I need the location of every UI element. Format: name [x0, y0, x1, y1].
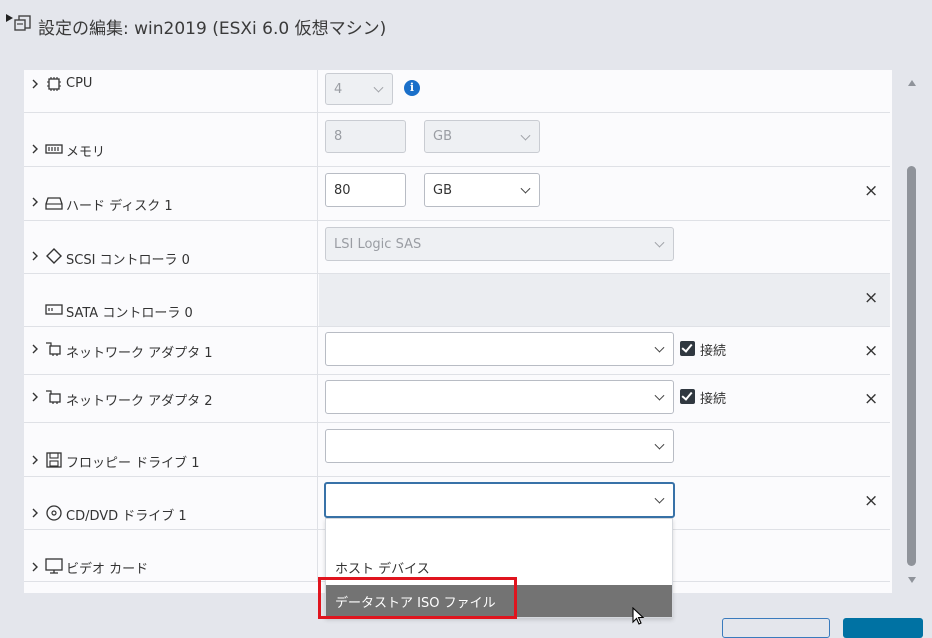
row-hard-disk-label[interactable]: ハード ディスク 1 — [24, 167, 318, 220]
chevron-down-icon — [654, 439, 665, 450]
video-card-label: ビデオ カード — [66, 562, 149, 577]
row-memory: メモリ 8 GB — [24, 113, 890, 167]
row-hard-disk: ハード ディスク 1 80 GB × — [24, 167, 890, 221]
cd-dvd-label: CD/DVD ドライブ 1 — [66, 509, 187, 524]
row-scsi-label[interactable]: SCSI コントローラ 0 — [24, 221, 318, 273]
hard-disk-unit-select[interactable]: GB — [424, 173, 540, 207]
row-network-adapter-1: ネットワーク アダプタ 1 接続 × — [24, 327, 890, 375]
chevron-down-icon — [654, 342, 665, 353]
network-adapter-icon — [46, 342, 61, 356]
memory-size-value: 8 — [334, 129, 343, 144]
scroll-up-icon[interactable] — [908, 80, 916, 86]
chevron-right-icon[interactable] — [30, 197, 40, 207]
annotation-highlight-box — [318, 577, 517, 619]
row-video-card-label[interactable]: ビデオ カード — [24, 530, 318, 581]
memory-label: メモリ — [66, 145, 106, 160]
chevron-right-icon[interactable] — [30, 508, 40, 518]
network-adapter-2-select[interactable] — [325, 380, 674, 414]
vertical-scrollbar[interactable] — [905, 70, 919, 593]
network-adapter-1-connect-checkbox[interactable] — [680, 341, 695, 356]
row-network-adapter-1-label[interactable]: ネットワーク アダプタ 1 — [24, 327, 318, 374]
expand-arrow-icon[interactable] — [6, 14, 13, 22]
ok-button[interactable] — [843, 618, 923, 638]
cd-dvd-select[interactable] — [324, 482, 675, 518]
floppy-label: フロッピー ドライブ 1 — [66, 456, 200, 471]
cancel-button[interactable] — [722, 618, 830, 638]
scroll-down-icon[interactable] — [908, 577, 916, 583]
chevron-down-icon — [373, 82, 384, 93]
scsi-type-value: LSI Logic SAS — [334, 236, 422, 252]
network-adapter-2-label: ネットワーク アダプタ 2 — [66, 394, 213, 409]
scsi-type-select[interactable]: LSI Logic SAS — [325, 227, 674, 261]
hardware-list: CPU 4 i メモリ 8 GB ハード ディスク 1 80 GB × SCSI… — [24, 70, 892, 593]
row-floppy: フロッピー ドライブ 1 — [24, 423, 890, 477]
row-cd-dvd-label[interactable]: CD/DVD ドライブ 1 — [24, 477, 318, 529]
memory-unit-select[interactable]: GB — [424, 120, 540, 153]
network-adapter-2-connect-label: 接続 — [700, 392, 727, 407]
info-icon[interactable]: i — [404, 80, 420, 96]
network-adapter-icon — [46, 390, 61, 404]
hard-disk-size-input[interactable]: 80 — [325, 173, 406, 207]
scsi-label: SCSI コントローラ 0 — [66, 253, 190, 268]
network-adapter-1-label: ネットワーク アダプタ 1 — [66, 346, 213, 361]
floppy-select[interactable] — [325, 429, 674, 463]
sata-label: SATA コントローラ 0 — [66, 306, 193, 321]
chevron-right-icon[interactable] — [30, 344, 40, 354]
chevron-down-icon — [654, 237, 665, 248]
row-scsi: SCSI コントローラ 0 LSI Logic SAS — [24, 221, 890, 274]
row-network-adapter-2: ネットワーク アダプタ 2 接続 × — [24, 375, 890, 423]
edit-settings-icon — [14, 15, 31, 31]
remove-hard-disk-button[interactable]: × — [864, 183, 878, 200]
row-memory-label[interactable]: メモリ — [24, 113, 318, 166]
remove-network-adapter-2-button[interactable]: × — [864, 391, 878, 408]
hard-disk-label: ハード ディスク 1 — [66, 199, 173, 214]
memory-size-input[interactable]: 8 — [325, 120, 406, 153]
sata-icon — [45, 304, 63, 315]
sata-details-area — [319, 274, 890, 326]
cd-dvd-icon — [46, 505, 62, 521]
scrollbar-thumb[interactable] — [907, 166, 916, 566]
cpu-count-select[interactable]: 4 — [325, 73, 393, 105]
network-adapter-1-connect-label: 接続 — [700, 344, 727, 359]
dialog-title: 設定の編集: win2019 (ESXi 6.0 仮想マシン) — [38, 19, 387, 39]
row-sata: SATA コントローラ 0 × — [24, 274, 890, 327]
monitor-icon — [45, 558, 63, 574]
title-bar: 設定の編集: win2019 (ESXi 6.0 仮想マシン) — [0, 0, 932, 70]
hard-disk-size-value: 80 — [334, 182, 351, 198]
remove-sata-button[interactable]: × — [864, 290, 878, 307]
chevron-down-icon — [520, 130, 531, 141]
chevron-right-icon[interactable] — [30, 392, 40, 402]
mouse-cursor-icon — [632, 607, 645, 625]
row-sata-label: SATA コントローラ 0 — [24, 274, 318, 326]
chevron-down-icon — [654, 493, 665, 504]
remove-network-adapter-1-button[interactable]: × — [864, 343, 878, 360]
hard-disk-unit-value: GB — [433, 182, 452, 198]
chevron-down-icon — [520, 183, 531, 194]
cpu-icon — [47, 77, 61, 91]
hard-disk-icon — [45, 197, 63, 210]
chevron-down-icon — [654, 390, 665, 401]
row-floppy-label[interactable]: フロッピー ドライブ 1 — [24, 423, 318, 476]
cpu-label: CPU — [66, 76, 93, 91]
network-adapter-2-connect-checkbox[interactable] — [680, 389, 695, 404]
floppy-icon — [46, 452, 62, 468]
scsi-icon — [46, 248, 62, 264]
chevron-right-icon[interactable] — [30, 455, 40, 465]
chevron-right-icon[interactable] — [30, 251, 40, 261]
row-cpu: CPU 4 i — [24, 70, 890, 113]
row-network-adapter-2-label[interactable]: ネットワーク アダプタ 2 — [24, 375, 318, 422]
chevron-right-icon[interactable] — [30, 79, 40, 89]
row-cpu-label[interactable]: CPU — [24, 70, 318, 112]
chevron-right-icon[interactable] — [30, 562, 40, 572]
remove-cd-dvd-button[interactable]: × — [864, 493, 878, 510]
cpu-count-value: 4 — [334, 81, 343, 97]
memory-unit-value: GB — [433, 129, 452, 144]
edit-settings-dialog: 設定の編集: win2019 (ESXi 6.0 仮想マシン) CPU 4 i — [0, 0, 932, 638]
memory-icon — [45, 144, 63, 154]
network-adapter-1-select[interactable] — [325, 332, 674, 366]
chevron-right-icon[interactable] — [30, 144, 40, 154]
